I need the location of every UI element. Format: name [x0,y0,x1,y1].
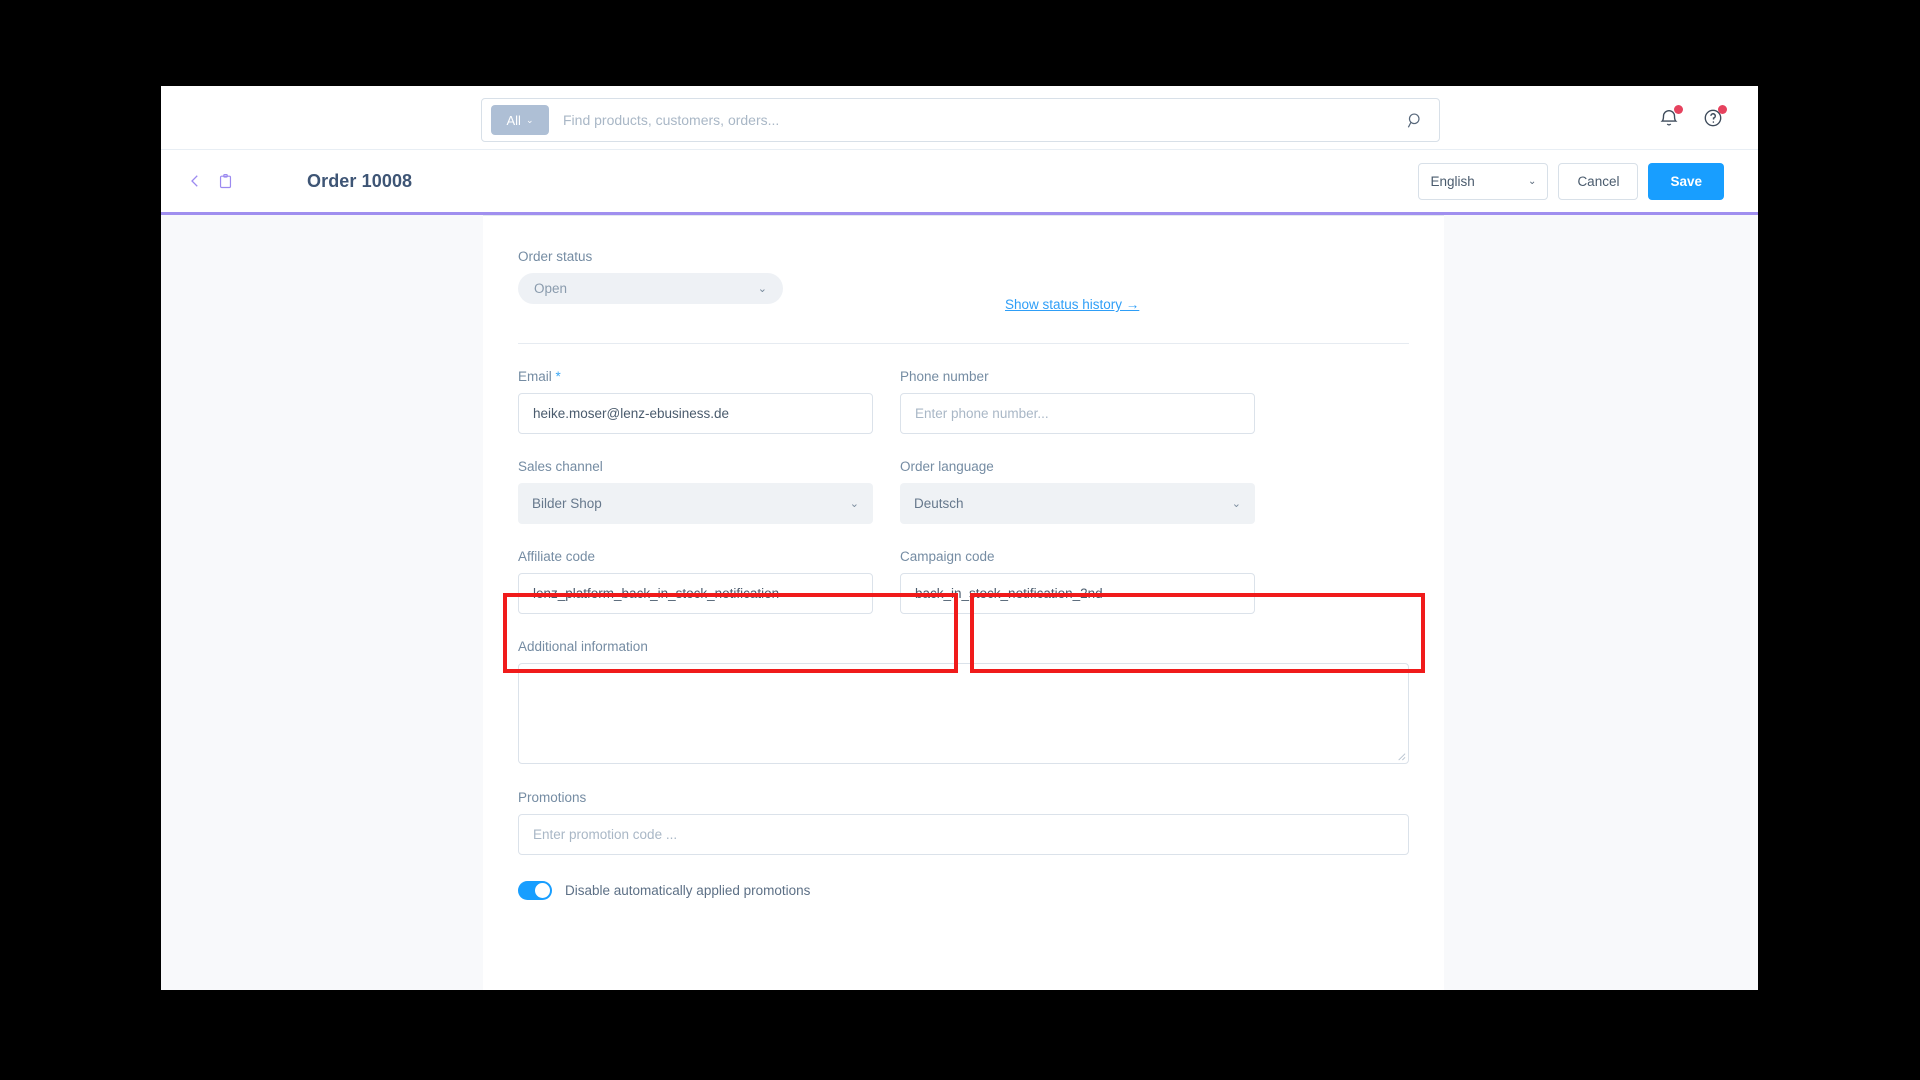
promotions-label: Promotions [518,790,587,805]
disable-promotions-row: Disable automatically applied promotions [518,881,1409,900]
cancel-button[interactable]: Cancel [1558,162,1639,200]
email-field-group: Email * [518,369,873,434]
order-language-select[interactable]: Deutsch ⌄ [900,483,1255,524]
search-scope-label: All [506,112,521,128]
chevron-left-icon[interactable] [185,171,205,191]
sales-channel-label: Sales channel [518,459,603,474]
top-search-bar: All ⌄ [161,86,1758,150]
app-window: All ⌄ Find products, customers, orders..… [161,86,1758,990]
save-button[interactable]: Save [1648,162,1724,200]
page-body: Order status Open ⌄ Show status history … [161,215,1758,990]
show-status-history-link[interactable]: Show status history → [1005,297,1139,312]
phone-label: Phone number [900,369,989,384]
order-status-row: Open ⌄ Show status history → [518,273,1409,312]
sales-channel-group: Sales channel Bilder Shop ⌄ [518,459,873,524]
campaign-code-input[interactable] [900,573,1255,614]
affiliate-code-label: Affiliate code [518,549,596,564]
promotion-code-input[interactable] [518,814,1409,855]
additional-information-textarea[interactable] [518,663,1409,764]
campaign-code-group: Campaign code [900,549,1255,614]
chevron-down-icon: ⌄ [525,114,534,125]
help-badge-dot [1718,105,1727,114]
code-row: Affiliate code Campaign code [518,549,1409,614]
help-question-icon[interactable] [1702,105,1727,129]
toggle-knob [535,883,550,898]
email-label: Email * [518,369,873,384]
required-asterisk: * [555,369,561,384]
chevron-down-icon: ⌄ [757,283,767,295]
page-header: Order 10008 English ⌄ Cancel Save [161,150,1758,215]
search-scope-selector[interactable]: All ⌄ [491,105,549,135]
additional-information-wrapper [518,663,1409,764]
order-status-label: Order status [518,249,593,264]
header-actions: English ⌄ Cancel Save [1418,162,1724,200]
email-label-text: Email [518,369,552,384]
sales-channel-select[interactable]: Bilder Shop ⌄ [518,483,873,524]
section-divider [518,343,1409,344]
order-language-value: Deutsch [914,496,964,511]
search-icon[interactable] [1391,99,1439,141]
contact-row: Email * Phone number [518,369,1409,434]
phone-input[interactable] [900,393,1255,434]
chevron-down-icon: ⌄ [849,498,859,510]
order-status-select[interactable]: Open ⌄ [518,273,783,304]
order-language-label: Order language [900,459,994,474]
notification-badge-dot [1674,105,1683,114]
sales-channel-value: Bilder Shop [532,496,602,511]
clipboard-icon[interactable] [215,171,235,191]
language-select-value: English [1430,173,1475,189]
page-title: Order 10008 [307,170,413,191]
chevron-down-icon: ⌄ [1231,498,1241,510]
language-select[interactable]: English ⌄ [1418,162,1549,200]
search-input[interactable] [563,112,1391,128]
global-search-container: All ⌄ [481,98,1440,142]
disable-promotions-toggle[interactable] [518,881,552,900]
additional-information-label: Additional information [518,639,648,654]
affiliate-code-group: Affiliate code [518,549,873,614]
order-detail-card: Order status Open ⌄ Show status history … [483,215,1444,990]
chevron-down-icon: ⌄ [1528,175,1537,187]
topbar-icon-group [1658,86,1727,150]
disable-promotions-label: Disable automatically applied promotions [565,883,811,898]
campaign-code-label: Campaign code [900,549,995,564]
order-language-group: Order language Deutsch ⌄ [900,459,1255,524]
email-input[interactable] [518,393,873,434]
affiliate-code-input[interactable] [518,573,873,614]
channel-row: Sales channel Bilder Shop ⌄ Order langua… [518,459,1409,524]
phone-field-group: Phone number [900,369,1255,434]
order-status-value: Open [534,281,568,296]
notification-bell-icon[interactable] [1658,105,1683,129]
